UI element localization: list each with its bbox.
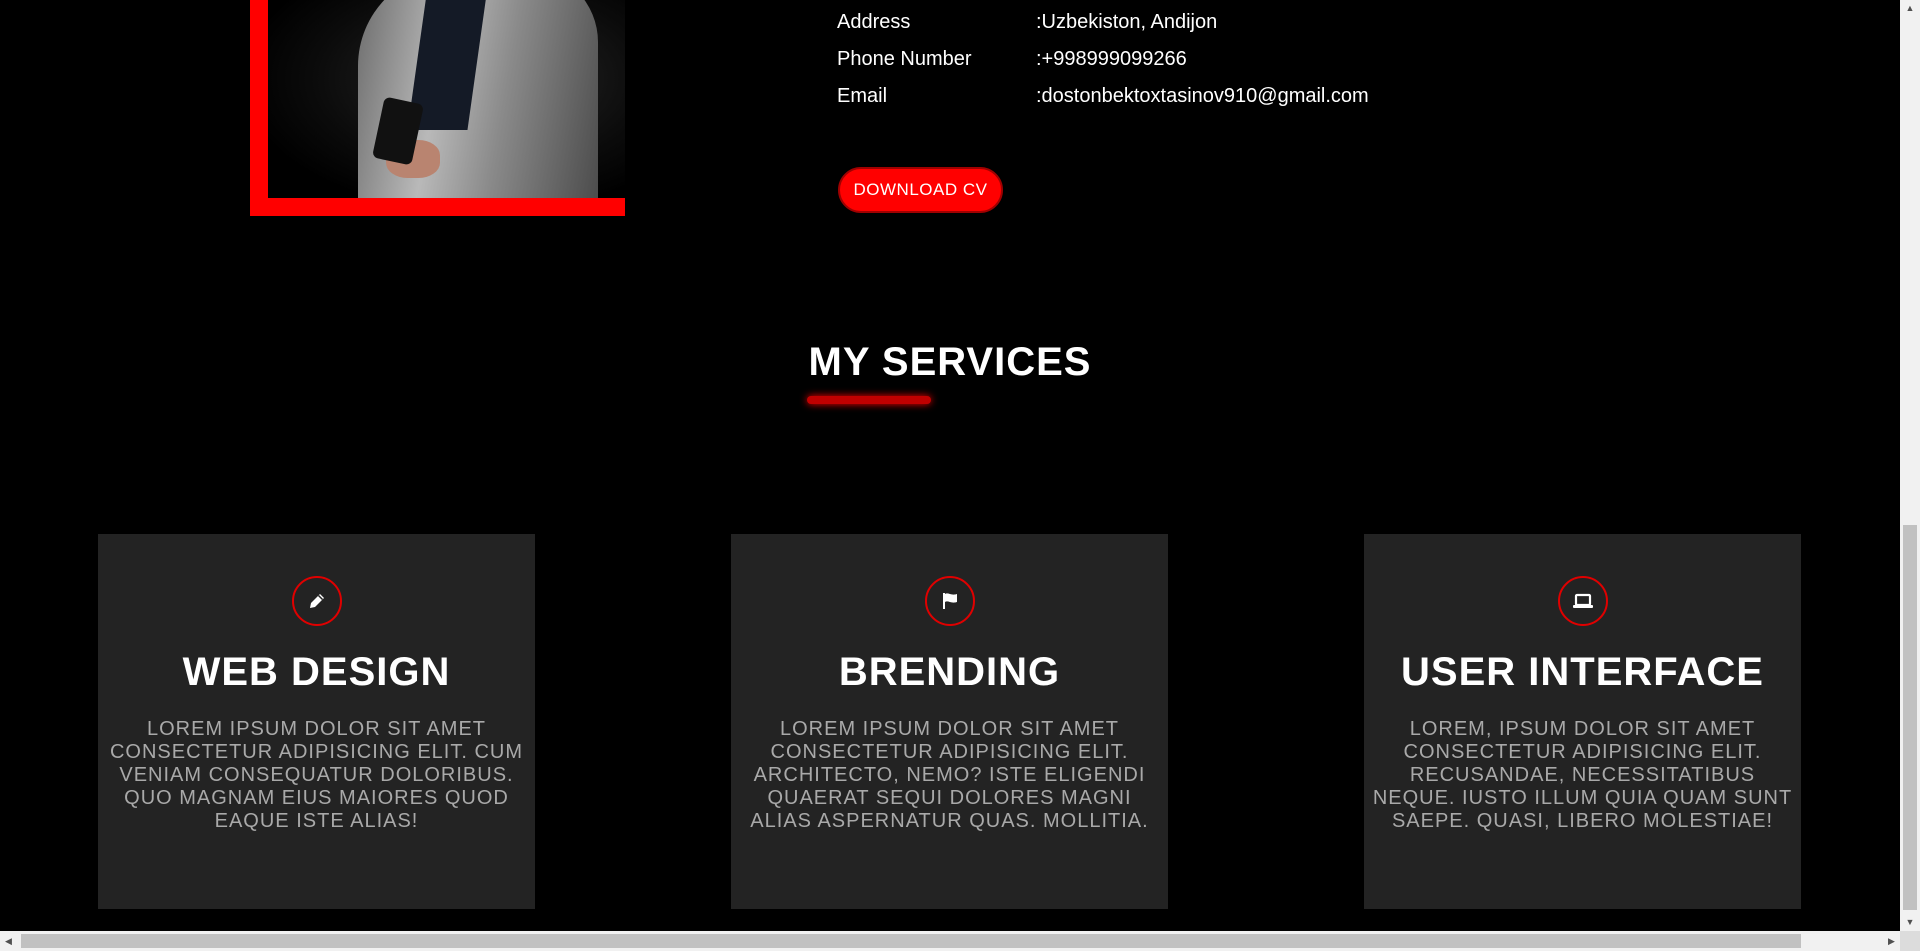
page: Address :Uzbekiston, Andijon Phone Numbe… <box>0 0 1900 931</box>
pencil-icon <box>291 576 342 626</box>
title-underline <box>807 396 931 404</box>
scroll-down-arrow-icon[interactable]: ▼ <box>1900 914 1920 931</box>
flag-icon <box>924 576 975 626</box>
email-value: :dostonbektoxtasinov910@gmail.com <box>1036 85 1369 107</box>
service-description: Lorem ipsum dolor sit amet consectetur a… <box>750 718 1149 832</box>
address-label: Address <box>837 11 911 33</box>
phone-value: :+998999099266 <box>1036 48 1187 70</box>
vertical-scroll-thumb[interactable] <box>1903 525 1917 910</box>
service-card-web-design[interactable]: WEB DESIGN Lorem ipsum dolor sit amet co… <box>98 534 535 909</box>
service-title: USER INTERFACE <box>1401 650 1764 694</box>
scrollbar-corner <box>1900 931 1920 951</box>
scroll-right-arrow-icon[interactable]: ▶ <box>1883 931 1900 951</box>
info-row-phone: Phone Number :+998999099266 <box>837 45 1537 82</box>
address-value: :Uzbekiston, Andijon <box>1036 11 1218 33</box>
service-card-user-interface[interactable]: USER INTERFACE Lorem, ipsum dolor sit am… <box>1364 534 1801 909</box>
scroll-up-arrow-icon[interactable]: ▲ <box>1900 0 1920 17</box>
email-label: Email <box>837 85 888 107</box>
service-description: Lorem ipsum dolor sit amet consectetur a… <box>109 718 524 832</box>
service-title: WEB DESIGN <box>182 650 451 694</box>
info-row-email: Email :dostonbektoxtasinov910@gmail.com <box>837 82 1537 119</box>
photo-frame <box>250 0 625 216</box>
service-card-brending[interactable]: BRENDING Lorem ipsum dolor sit amet cons… <box>731 534 1168 909</box>
info-row-address: Address :Uzbekiston, Andijon <box>837 8 1537 45</box>
scroll-left-arrow-icon[interactable]: ◀ <box>0 931 17 951</box>
vertical-scrollbar[interactable]: ▲ ▼ <box>1900 0 1920 931</box>
services-title: MY SERVICES <box>808 340 1092 384</box>
horizontal-scrollbar[interactable]: ◀ ▶ <box>0 931 1900 951</box>
laptop-icon <box>1557 576 1608 626</box>
horizontal-scroll-thumb[interactable] <box>21 934 1801 948</box>
phone-label: Phone Number <box>837 48 972 70</box>
service-description: Lorem, ipsum dolor sit amet consectetur … <box>1372 718 1793 832</box>
service-title: BRENDING <box>838 650 1061 694</box>
about-info: Address :Uzbekiston, Andijon Phone Numbe… <box>837 8 1537 119</box>
download-cv-button[interactable]: DOWNLOAD CV <box>838 167 1003 213</box>
